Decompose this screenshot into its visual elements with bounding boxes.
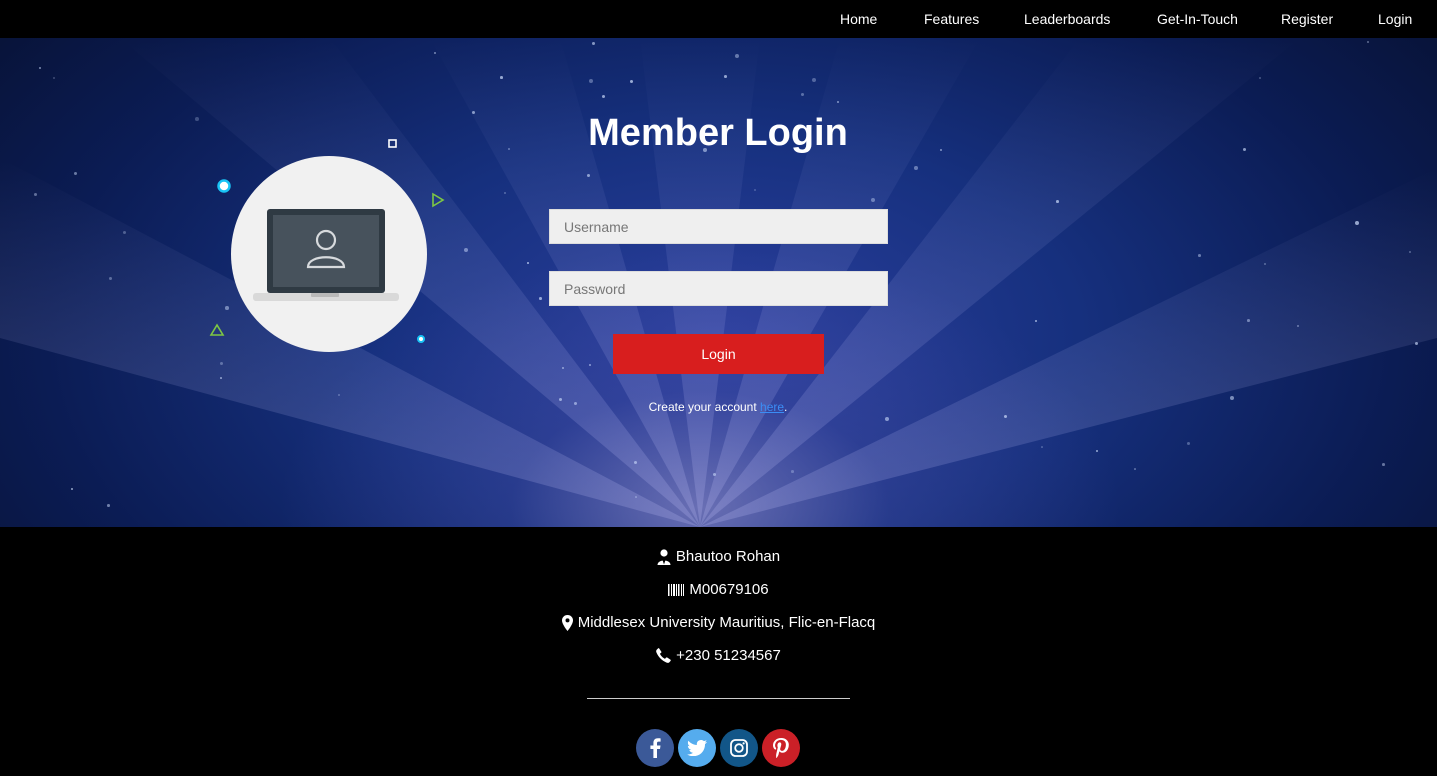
nav-home-link[interactable]: Home <box>840 11 877 27</box>
footer-address-row: Middlesex University Mauritius, Flic-en-… <box>0 614 1437 631</box>
circle-decoration-icon <box>217 179 231 193</box>
barcode-icon <box>668 583 685 596</box>
star-dot <box>1035 320 1037 322</box>
star-dot <box>589 79 593 83</box>
username-input[interactable] <box>549 209 888 244</box>
star-dot <box>53 77 55 79</box>
star-dot <box>791 470 794 473</box>
footer-student-id: M00679106 <box>689 581 769 598</box>
footer-phone: +230 51234567 <box>676 647 781 664</box>
star-dot <box>1041 446 1043 448</box>
star-dot <box>71 488 74 491</box>
star-dot <box>589 364 591 366</box>
create-account-link[interactable]: here <box>760 400 784 414</box>
star-dot <box>74 172 77 175</box>
footer-address: Middlesex University Mauritius, Flic-en-… <box>577 614 876 631</box>
create-account-text: Create your account here. <box>518 400 918 414</box>
instagram-icon <box>730 739 748 757</box>
star-dot <box>1409 251 1411 253</box>
nav-register-link[interactable]: Register <box>1281 11 1333 27</box>
create-account-label: Create your account <box>648 400 761 414</box>
login-illustration <box>231 156 427 352</box>
play-triangle-decoration-icon <box>432 192 445 208</box>
footer-divider <box>587 698 850 699</box>
star-dot <box>539 297 542 300</box>
star-dot <box>1247 319 1250 322</box>
phone-icon <box>656 648 671 663</box>
nav-login-link[interactable]: Login <box>1378 11 1412 27</box>
footer-id-row: M00679106 <box>0 581 1437 598</box>
create-account-suffix: . <box>784 400 788 414</box>
triangle-decoration-icon <box>209 323 225 336</box>
twitter-button[interactable] <box>678 729 716 767</box>
star-dot <box>1198 254 1201 257</box>
facebook-icon <box>650 738 661 758</box>
footer-name: Bhautoo Rohan <box>675 548 781 565</box>
star-dot <box>225 306 229 310</box>
facebook-button[interactable] <box>636 729 674 767</box>
star-dot <box>801 93 804 96</box>
star-dot <box>1056 200 1059 203</box>
twitter-icon <box>687 740 707 756</box>
page-title: Member Login <box>588 112 848 154</box>
star-dot <box>724 75 727 78</box>
hero-section: Member Login Login Create your account h… <box>0 38 1437 527</box>
nav-get-in-touch-link[interactable]: Get-In-Touch <box>1157 11 1238 27</box>
footer-phone-row: +230 51234567 <box>0 647 1437 664</box>
star-dot <box>1134 468 1136 470</box>
laptop-user-icon <box>253 209 399 301</box>
star-dot <box>527 262 529 264</box>
user-tie-icon <box>657 548 671 565</box>
star-dot <box>592 42 595 45</box>
star-dot <box>914 166 918 170</box>
square-decoration-icon <box>388 139 397 148</box>
star-dot <box>220 377 222 379</box>
pinterest-icon <box>773 738 789 758</box>
map-marker-icon <box>561 614 573 631</box>
instagram-button[interactable] <box>720 729 758 767</box>
star-dot <box>634 461 637 464</box>
star-dot <box>635 496 637 498</box>
star-dot <box>107 504 110 507</box>
footer-name-row: Bhautoo Rohan <box>0 548 1437 565</box>
star-dot <box>508 148 510 150</box>
star-dot <box>500 76 503 79</box>
login-button[interactable]: Login <box>613 334 824 374</box>
star-dot <box>1382 463 1385 466</box>
password-input[interactable] <box>549 271 888 306</box>
nav-features-link[interactable]: Features <box>924 11 979 27</box>
nav-leaderboards-link[interactable]: Leaderboards <box>1024 11 1110 27</box>
star-dot <box>195 117 199 121</box>
star-dot <box>1259 77 1261 79</box>
pinterest-button[interactable] <box>762 729 800 767</box>
star-dot <box>1004 415 1007 418</box>
top-navbar: Home Features Leaderboards Get-In-Touch … <box>0 0 1437 38</box>
